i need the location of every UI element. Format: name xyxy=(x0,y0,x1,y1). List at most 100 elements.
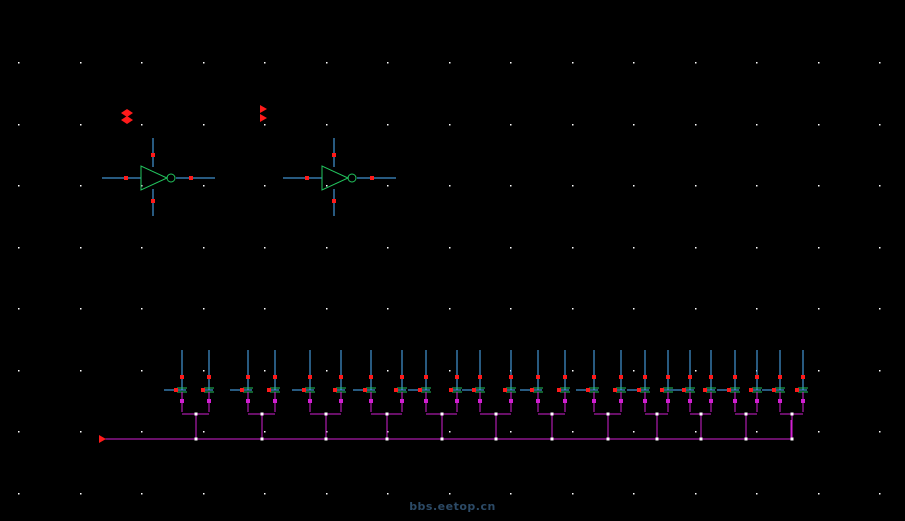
tap-dot xyxy=(324,412,328,416)
grid-dot xyxy=(572,431,574,433)
grid-dot xyxy=(203,431,205,433)
tap-dot xyxy=(385,412,389,416)
grid-dot xyxy=(80,124,82,126)
source-pin xyxy=(369,399,373,403)
grid-dot xyxy=(387,247,389,249)
grid-dot xyxy=(510,493,512,495)
grid-dot xyxy=(449,124,451,126)
grid-dot xyxy=(326,62,328,64)
bus-junction-dot xyxy=(260,437,264,441)
bus-junction-dot xyxy=(494,437,498,441)
grid-dot xyxy=(818,431,820,433)
grid-dot xyxy=(572,124,574,126)
grid-dot xyxy=(510,308,512,310)
grid-dot xyxy=(756,308,758,310)
tap-dot xyxy=(699,412,703,416)
grid-dot xyxy=(326,370,328,372)
source-pin xyxy=(563,399,567,403)
drain-pin xyxy=(643,375,647,379)
grid-dot xyxy=(510,431,512,433)
gate-pin xyxy=(530,388,534,392)
grid-dot xyxy=(264,62,266,64)
source-pin xyxy=(755,399,759,403)
gate-pin xyxy=(240,388,244,392)
source-pin xyxy=(478,399,482,403)
grid-dot xyxy=(80,62,82,64)
drain-pin xyxy=(478,375,482,379)
drain-pin xyxy=(688,375,692,379)
drain-pin xyxy=(180,375,184,379)
gate-pin xyxy=(201,388,205,392)
grid-dot xyxy=(18,247,20,249)
grid-dot xyxy=(264,247,266,249)
source-pin xyxy=(643,399,647,403)
grid-dot xyxy=(879,308,881,310)
grid-dot xyxy=(141,370,143,372)
gate-pin xyxy=(449,388,453,392)
gate-pin xyxy=(418,388,422,392)
drain-pin xyxy=(339,375,343,379)
grid-dot xyxy=(18,62,20,64)
drain-pin xyxy=(455,375,459,379)
gate-pin xyxy=(363,388,367,392)
drain-pin xyxy=(207,375,211,379)
grid-dot xyxy=(449,247,451,249)
supply-pin xyxy=(151,153,155,157)
gate-pin xyxy=(727,388,731,392)
grid-dot xyxy=(449,431,451,433)
grid-dot xyxy=(326,247,328,249)
grid-dot xyxy=(326,185,328,187)
grid-dot xyxy=(879,493,881,495)
grid-dot xyxy=(387,62,389,64)
grid-dot xyxy=(264,493,266,495)
grid-dot xyxy=(203,370,205,372)
source-pin xyxy=(509,399,513,403)
grid-dot xyxy=(695,124,697,126)
bus-junction-dot xyxy=(385,437,389,441)
grid-dot xyxy=(18,493,20,495)
grid-dot xyxy=(633,308,635,310)
grid-dot xyxy=(818,370,820,372)
grid-dot xyxy=(141,247,143,249)
gate-pin xyxy=(613,388,617,392)
grid-dot xyxy=(18,124,20,126)
source-pin xyxy=(733,399,737,403)
grid-dot xyxy=(695,493,697,495)
grid-dot xyxy=(695,62,697,64)
gate-pin xyxy=(703,388,707,392)
drain-pin xyxy=(273,375,277,379)
drain-pin xyxy=(536,375,540,379)
bus-junction-dot xyxy=(550,437,554,441)
grid-dot xyxy=(695,247,697,249)
tap-dot xyxy=(550,412,554,416)
source-pin xyxy=(688,399,692,403)
drain-pin xyxy=(778,375,782,379)
grid-dot xyxy=(18,308,20,310)
grid-dot xyxy=(80,308,82,310)
grid-dot xyxy=(18,431,20,433)
grid-dot xyxy=(633,247,635,249)
schematic-canvas[interactable] xyxy=(0,0,905,521)
grid-dot xyxy=(633,124,635,126)
grid-dot xyxy=(326,308,328,310)
grid-dot xyxy=(695,308,697,310)
source-pin xyxy=(308,399,312,403)
drain-pin xyxy=(733,375,737,379)
drain-pin xyxy=(709,375,713,379)
watermark-text: bbs.eetop.cn xyxy=(409,500,496,513)
gate-pin xyxy=(772,388,776,392)
gate-pin xyxy=(302,388,306,392)
tap-dot xyxy=(494,412,498,416)
ground-pin xyxy=(151,199,155,203)
grid-dot xyxy=(141,493,143,495)
source-pin xyxy=(455,399,459,403)
grid-dot xyxy=(572,493,574,495)
grid-dot xyxy=(879,124,881,126)
grid-dot xyxy=(818,185,820,187)
source-pin xyxy=(424,399,428,403)
bus-junction-dot xyxy=(606,437,610,441)
drain-pin xyxy=(801,375,805,379)
drain-pin xyxy=(369,375,373,379)
gate-pin xyxy=(174,388,178,392)
grid-dot xyxy=(203,308,205,310)
